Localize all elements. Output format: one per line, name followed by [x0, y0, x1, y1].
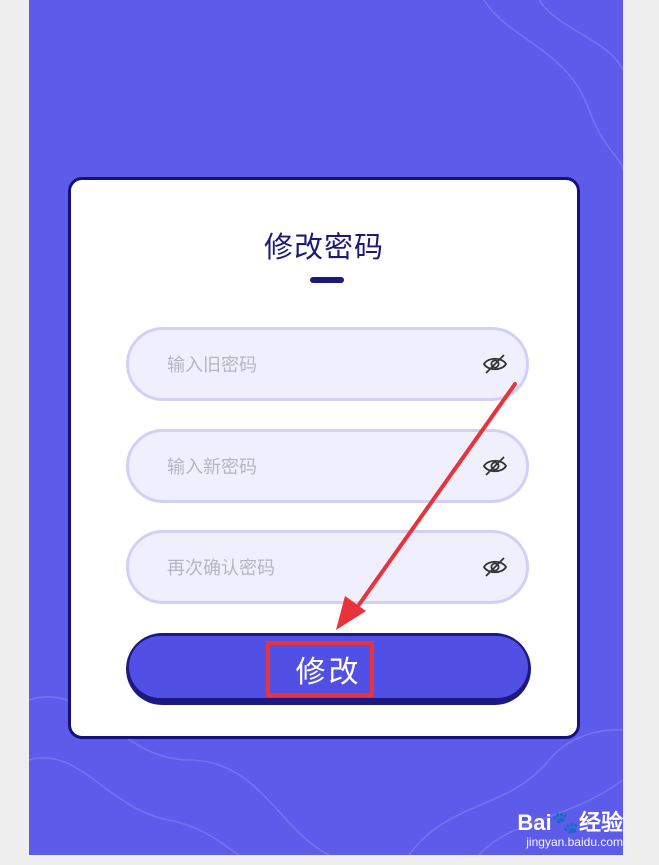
confirm-password-field[interactable] [126, 530, 529, 604]
eye-off-icon[interactable] [482, 556, 508, 578]
title-underline [310, 277, 344, 283]
old-password-input[interactable] [165, 330, 469, 400]
paw-icon: 🐾 [551, 810, 579, 835]
page-title: 修改密码 [263, 230, 384, 264]
annotation-highlight-box [266, 641, 374, 697]
app-screen: 修改密码 修改 Bai🐾经验 jingyan.baidu.com [29, 0, 623, 855]
baidu-jingyan-watermark: Bai🐾经验 jingyan.baidu.com [517, 810, 623, 850]
new-password-field[interactable] [126, 429, 529, 503]
watermark-url: jingyan.baidu.com [526, 835, 623, 849]
eye-off-icon[interactable] [482, 353, 508, 375]
new-password-input[interactable] [165, 432, 469, 502]
eye-off-icon[interactable] [482, 455, 508, 477]
old-password-field[interactable] [126, 327, 529, 401]
confirm-password-input[interactable] [165, 533, 469, 603]
watermark-brand: Bai🐾经验 [517, 810, 623, 835]
